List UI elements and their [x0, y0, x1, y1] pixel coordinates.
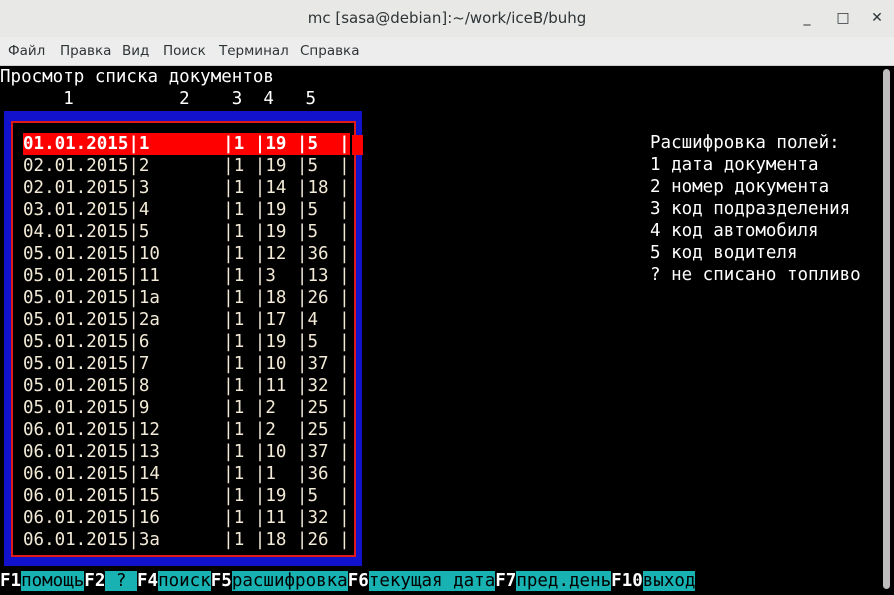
- menu-terminal[interactable]: Терминал: [219, 43, 289, 59]
- scrollbar-thumb[interactable]: [883, 69, 890, 589]
- document-row[interactable]: 06.01.2015|14 |1 |1 |36 |: [23, 463, 350, 485]
- legend-item: ? не списано топливо: [650, 265, 861, 285]
- menu-help[interactable]: Справка: [300, 43, 359, 59]
- menu-file[interactable]: Файл: [8, 43, 45, 59]
- document-row[interactable]: 06.01.2015|16 |1 |11 |32 |: [23, 507, 350, 529]
- terminal-screen[interactable]: Просмотр списка документов 1 2 3 4 5 01.…: [0, 66, 894, 595]
- legend-item: 5 код водителя: [650, 243, 798, 263]
- document-row[interactable]: 06.01.2015|3а |1 |18 |26 |: [23, 529, 350, 551]
- legend-item: 3 код подразделения: [650, 199, 851, 219]
- function-key-bar: F1помощьF2 ? F4поискF5расшифровкаF6текущ…: [0, 570, 696, 592]
- terminal-scrollbar[interactable]: [880, 66, 894, 595]
- close-icon[interactable]: ✕: [866, 7, 888, 29]
- selection-cursor: [352, 135, 363, 155]
- menu-search[interactable]: Поиск: [163, 43, 206, 59]
- fkey-f2[interactable]: F2: [84, 571, 105, 591]
- document-row[interactable]: 02.01.2015|3 |1 |14 |18 |: [23, 177, 350, 199]
- fkey-f2-label[interactable]: ?: [105, 571, 137, 591]
- maximize-icon[interactable]: □: [832, 7, 854, 29]
- fkey-f4-label[interactable]: поиск: [158, 571, 211, 591]
- document-row[interactable]: 05.01.2015|1а |1 |18 |26 |: [23, 287, 350, 309]
- fkey-f7[interactable]: F7: [495, 571, 516, 591]
- fkey-f5-label[interactable]: расшифровка: [231, 571, 348, 591]
- document-row[interactable]: 02.01.2015|2 |1 |19 |5 |: [23, 155, 350, 177]
- document-row[interactable]: 05.01.2015|10 |1 |12 |36 |: [23, 243, 350, 265]
- menu-edit[interactable]: Правка: [60, 43, 111, 59]
- fkey-f6[interactable]: F6: [348, 571, 369, 591]
- document-row-selected[interactable]: 01.01.2015|1 |1 |19 |5 |: [23, 133, 350, 155]
- document-row[interactable]: 06.01.2015|15 |1 |19 |5 |: [23, 485, 350, 507]
- legend-item: 1 дата документа: [650, 155, 819, 175]
- column-numbers: 1 2 3 4 5: [0, 89, 317, 109]
- fkey-f10[interactable]: F10: [611, 571, 643, 591]
- document-row[interactable]: 06.01.2015|13 |1 |10 |37 |: [23, 441, 350, 463]
- document-row[interactable]: 05.01.2015|9 |1 |2 |25 |: [23, 397, 350, 419]
- menu-view[interactable]: Вид: [122, 43, 149, 59]
- document-row[interactable]: 06.01.2015|12 |1 |2 |25 |: [23, 419, 350, 441]
- fkey-f1-label[interactable]: помощь: [21, 571, 85, 591]
- screen-heading: Просмотр списка документов: [0, 67, 274, 87]
- document-row[interactable]: 04.01.2015|5 |1 |19 |5 |: [23, 221, 350, 243]
- document-row[interactable]: 05.01.2015|7 |1 |10 |37 |: [23, 353, 350, 375]
- window-titlebar: mc [sasa@debian]:~/work/iceB/buhg _ □ ✕: [0, 0, 894, 38]
- window-title: mc [sasa@debian]:~/work/iceB/buhg: [307, 9, 587, 27]
- fkey-f1[interactable]: F1: [0, 571, 21, 591]
- minimize-icon[interactable]: _: [796, 7, 818, 29]
- fkey-f10-label[interactable]: выход: [642, 571, 696, 591]
- document-row[interactable]: 05.01.2015|2а |1 |17 |4 |: [23, 309, 350, 331]
- fkey-f6-label[interactable]: текущая дата: [368, 571, 496, 591]
- legend-item: 4 код автомобиля: [650, 221, 819, 241]
- legend-item: 2 номер документа: [650, 177, 830, 197]
- document-row[interactable]: 05.01.2015|11 |1 |3 |13 |: [23, 265, 350, 287]
- document-row[interactable]: 05.01.2015|6 |1 |19 |5 |: [23, 331, 350, 353]
- legend-title: Расшифровка полей:: [650, 133, 840, 153]
- fkey-f4[interactable]: F4: [137, 571, 158, 591]
- fkey-f7-label[interactable]: пред.день: [516, 571, 612, 591]
- fkey-f5[interactable]: F5: [211, 571, 232, 591]
- document-row[interactable]: 03.01.2015|4 |1 |19 |5 |: [23, 199, 350, 221]
- document-row[interactable]: 05.01.2015|8 |1 |11 |32 |: [23, 375, 350, 397]
- menu-bar: Файл Правка Вид Поиск Терминал Справка: [0, 37, 894, 66]
